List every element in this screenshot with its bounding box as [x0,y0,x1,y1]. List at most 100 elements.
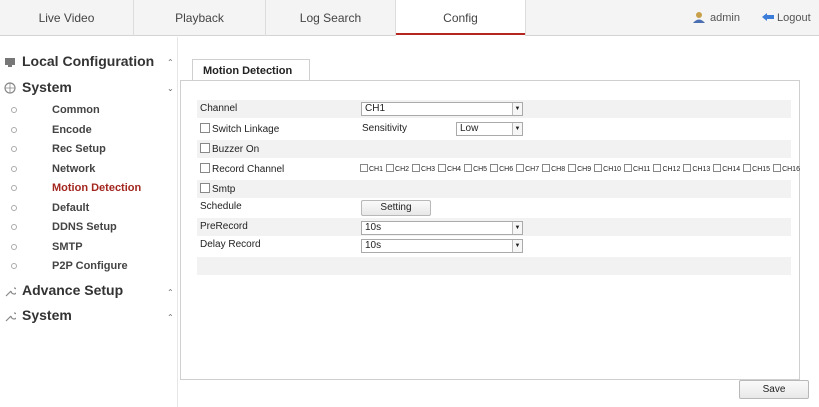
sidebar-group-label: Advance Setup [22,282,124,298]
chevron-up-icon[interactable]: ⌃ [167,58,174,67]
sidebar-item-common[interactable]: Common [11,104,100,116]
sidebar-item-motion-detection[interactable]: Motion Detection [11,182,141,194]
channel-label: CH4 [447,166,462,173]
logout-link[interactable]: Logout [762,0,811,36]
sidebar-item-label: Network [52,163,96,175]
checkbox[interactable] [438,164,447,172]
channel-label: CH14 [722,166,741,173]
checkbox[interactable] [360,164,368,172]
sidebar-group-label: System [22,79,72,95]
channel-checkbox[interactable]: CH15 [743,164,770,173]
channel-checkbox[interactable]: CH16 [773,164,800,173]
prerecord-label: PreRecord [200,221,248,232]
sidebar-group-label: Local Configuration [22,53,155,69]
checkbox[interactable] [412,164,421,172]
tab-playback[interactable]: Playback [134,0,266,36]
checkbox[interactable] [568,164,577,172]
smtp-checkbox[interactable]: Smtp [200,183,235,195]
channel-label: CH16 [782,166,800,173]
channel-checkbox[interactable]: CH2 [386,164,409,173]
channel-checkbox[interactable]: CH8 [542,164,565,173]
logout-icon [762,13,774,21]
dropdown-arrow-icon: ▼ [512,123,522,135]
bullet-icon [11,263,17,269]
channel-checkbox[interactable]: CH5 [464,164,487,173]
dropdown-arrow-icon: ▼ [512,240,522,252]
checkbox[interactable] [200,183,210,193]
sensitivity-label: Sensitivity [362,123,408,134]
checkbox[interactable] [542,164,551,172]
sidebar-item-encode[interactable]: Encode [11,124,92,136]
tab-log-search[interactable]: Log Search [266,0,396,36]
chevron-up-icon[interactable]: ⌃ [167,313,174,322]
checkbox[interactable] [516,164,525,172]
tab-motion-detection[interactable]: Motion Detection [192,59,310,81]
tab-config[interactable]: Config [396,0,526,36]
sidebar-item-ddns-setup[interactable]: DDNS Setup [11,221,117,233]
sidebar-group-local-configuration[interactable]: Local Configuration [5,53,155,69]
chevron-up-icon[interactable]: ⌃ [167,288,174,297]
checkbox[interactable] [464,164,473,172]
checkbox-label: Smtp [212,184,236,195]
channel-checkbox[interactable]: CH4 [438,164,461,173]
channel-checkbox[interactable]: CH12 [653,164,680,173]
sidebar-group-system[interactable]: System [4,79,72,95]
channel-checkbox[interactable]: CH10 [594,164,621,173]
sidebar-group-advance-setup[interactable]: Advance Setup [5,282,124,298]
checkbox[interactable] [200,123,210,133]
checkbox[interactable] [386,164,395,172]
username: admin [710,12,740,24]
sidebar-item-smtp[interactable]: SMTP [11,241,83,253]
bullet-icon [11,224,17,230]
checkbox[interactable] [490,164,499,172]
bullet-icon [11,166,17,172]
setting-button[interactable]: Setting [361,200,431,216]
checkbox[interactable] [743,164,752,172]
channel-checkbox[interactable]: CH6 [490,164,513,173]
channel-label: CH3 [421,166,436,173]
sidebar-item-network[interactable]: Network [11,163,96,175]
channel-checkbox[interactable]: CH13 [683,164,710,173]
checkbox[interactable] [200,143,210,153]
channel-label: CH11 [633,166,651,173]
channel-checkbox[interactable]: CH1 [360,164,383,173]
sidebar-group-system-2[interactable]: System [5,307,72,323]
channel-label: CH8 [551,166,566,173]
save-button[interactable]: Save [739,380,809,399]
sensitivity-select[interactable]: Low ▼ [456,122,523,136]
sidebar-item-label: P2P Configure [52,260,128,272]
switch-linkage-checkbox[interactable]: Switch Linkage [200,123,279,135]
sidebar-item-default[interactable]: Default [11,202,89,214]
user-account[interactable]: admin [693,0,740,36]
channel-label: CH7 [525,166,540,173]
sidebar-item-p2p-configure[interactable]: P2P Configure [11,260,128,272]
empty-row [197,257,791,275]
prerecord-row: PreRecord 10s ▼ [197,218,791,236]
sidebar-item-label: Encode [52,124,92,136]
tab-live-video[interactable]: Live Video [0,0,134,36]
record-channel-checkbox[interactable]: Record Channel [200,163,284,175]
channel-checkbox[interactable]: CH9 [568,164,591,173]
sidebar-item-rec-setup[interactable]: Rec Setup [11,143,106,155]
checkbox[interactable] [624,164,633,172]
channel-checkbox[interactable]: CH14 [713,164,740,173]
checkbox[interactable] [653,164,662,172]
bullet-icon [11,107,17,113]
buzzer-on-checkbox[interactable]: Buzzer On [200,143,259,155]
checkbox[interactable] [713,164,722,172]
checkbox[interactable] [773,164,782,172]
channel-checkbox[interactable]: CH7 [516,164,539,173]
checkbox[interactable] [683,164,692,172]
delay-record-row: Delay Record 10s ▼ [197,236,791,254]
channel-checkbox[interactable]: CH11 [624,164,650,173]
channel-select[interactable]: CH1 ▼ [361,102,523,116]
delay-record-select[interactable]: 10s ▼ [361,239,523,253]
sidebar-item-label: Rec Setup [52,143,106,155]
prerecord-select[interactable]: 10s ▼ [361,221,523,235]
checkbox[interactable] [200,163,210,173]
channel-checkbox[interactable]: CH3 [412,164,435,173]
chevron-down-icon[interactable]: ⌄ [167,84,174,93]
checkbox[interactable] [594,164,603,172]
monitor-icon [5,58,15,67]
sidebar-group-label: System [22,307,72,323]
